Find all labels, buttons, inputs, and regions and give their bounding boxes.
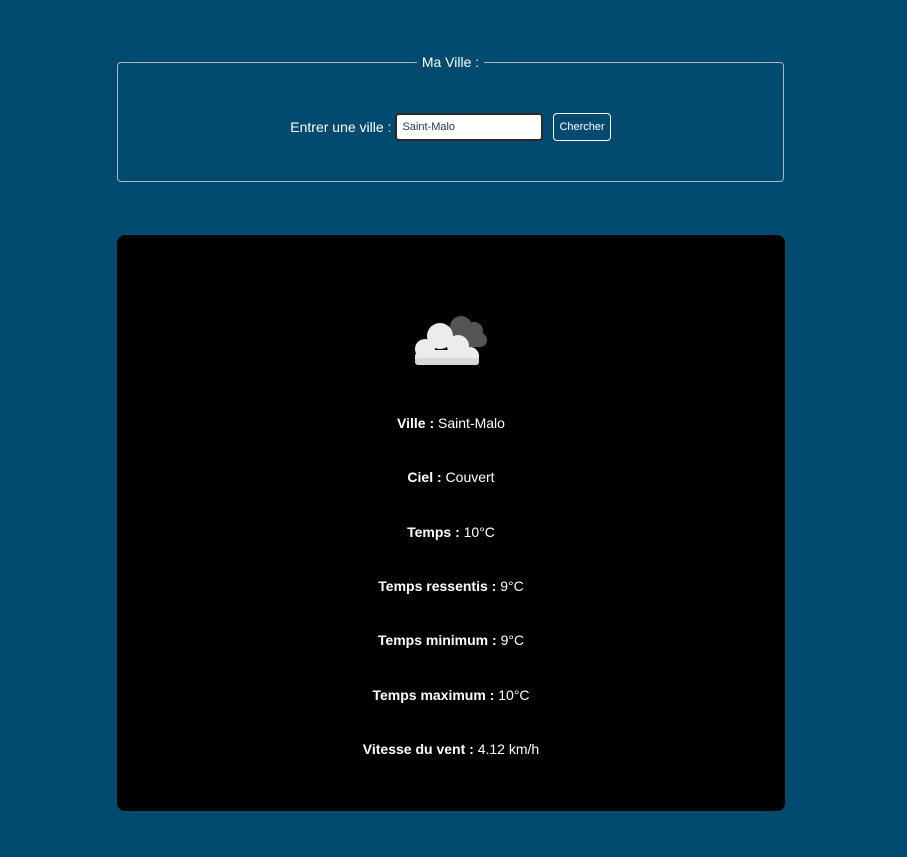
info-value: 10°C — [498, 687, 530, 703]
city-input[interactable] — [395, 113, 544, 141]
info-temps-maximum: Temps maximum : 10°C — [117, 686, 785, 704]
info-ciel: Ciel : Couvert — [117, 468, 785, 486]
info-label: Vitesse du vent : — [362, 741, 474, 757]
search-row: Entrer une ville : Chercher — [118, 112, 783, 142]
info-label: Ville : — [397, 415, 435, 431]
info-temps-ressentis: Temps ressentis : 9°C — [117, 577, 785, 595]
info-value: Couvert — [445, 469, 495, 485]
info-label: Temps : — [407, 524, 460, 540]
cloud-icon — [415, 316, 487, 365]
city-input-label: Entrer une ville : — [290, 119, 392, 135]
city-search-fieldset: Ma Ville : Entrer une ville : Chercher — [117, 54, 784, 182]
fieldset-legend: Ma Ville : — [416, 54, 485, 70]
info-value: Saint-Malo — [438, 415, 505, 431]
info-label: Ciel : — [407, 469, 442, 485]
info-temps-minimum: Temps minimum : 9°C — [117, 631, 785, 649]
info-temps: Temps : 10°C — [117, 523, 785, 541]
info-label: Temps maximum : — [372, 687, 495, 703]
search-button[interactable]: Chercher — [553, 113, 611, 141]
info-value: 9°C — [500, 632, 525, 648]
info-value: 10°C — [463, 524, 495, 540]
info-label: Temps minimum : — [377, 632, 497, 648]
weather-card: Ville : Saint-Malo Ciel : Couvert Temps … — [117, 235, 785, 811]
info-value: 4.12 km/h — [477, 741, 540, 757]
info-ville: Ville : Saint-Malo — [117, 414, 785, 432]
info-value: 9°C — [500, 578, 524, 594]
info-vitesse-vent: Vitesse du vent : 4.12 km/h — [117, 740, 785, 758]
info-label: Temps ressentis : — [378, 578, 497, 594]
